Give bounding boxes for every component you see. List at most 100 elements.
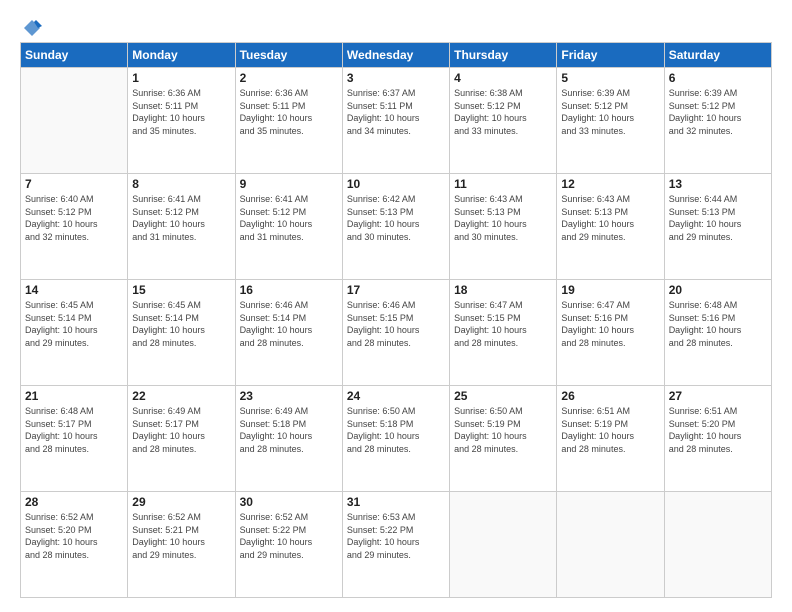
calendar-cell: 10Sunrise: 6:42 AM Sunset: 5:13 PM Dayli… (342, 174, 449, 280)
day-info: Sunrise: 6:52 AM Sunset: 5:22 PM Dayligh… (240, 511, 338, 561)
calendar-week-2: 7Sunrise: 6:40 AM Sunset: 5:12 PM Daylig… (21, 174, 772, 280)
day-info: Sunrise: 6:48 AM Sunset: 5:17 PM Dayligh… (25, 405, 123, 455)
day-info: Sunrise: 6:36 AM Sunset: 5:11 PM Dayligh… (132, 87, 230, 137)
day-info: Sunrise: 6:45 AM Sunset: 5:14 PM Dayligh… (132, 299, 230, 349)
weekday-header-sunday: Sunday (21, 43, 128, 68)
calendar-cell: 2 Sunrise: 6:36 AM Sunset: 5:11 PM Daylig… (235, 68, 342, 174)
day-info: Sunrise: 6:47 AM Sunset: 5:15 PM Dayligh… (454, 299, 552, 349)
day-number: 18 (454, 283, 552, 297)
calendar-cell: 31 Sunrise: 6:53 AM Sunset: 5:22 PM Dayli… (342, 492, 449, 598)
day-info: Sunrise: 6:50 AM Sunset: 5:19 PM Dayligh… (454, 405, 552, 455)
day-info: Sunrise: 6:37 AM Sunset: 5:11 PM Dayligh… (347, 87, 445, 137)
weekday-header-friday: Friday (557, 43, 664, 68)
calendar-cell: 19Sunrise: 6:47 AM Sunset: 5:16 PM Dayli… (557, 280, 664, 386)
calendar-cell: 20 Sunrise: 6:48 AM Sunset: 5:16 PM Dayli… (664, 280, 771, 386)
weekday-header-tuesday: Tuesday (235, 43, 342, 68)
day-info: Sunrise: 6:46 AM Sunset: 5:14 PM Dayligh… (240, 299, 338, 349)
calendar-cell (21, 68, 128, 174)
day-number: 14 (25, 283, 123, 297)
calendar-cell: 24 Sunrise: 6:50 AM Sunset: 5:18 PM Dayli… (342, 386, 449, 492)
day-info: Sunrise: 6:46 AM Sunset: 5:15 PM Dayligh… (347, 299, 445, 349)
day-number: 8 (132, 177, 230, 191)
calendar-cell: 21Sunrise: 6:48 AM Sunset: 5:17 PM Dayli… (21, 386, 128, 492)
calendar-week-1: 1 Sunrise: 6:36 AM Sunset: 5:11 PM Daylig… (21, 68, 772, 174)
day-number: 25 (454, 389, 552, 403)
calendar-cell: 11 Sunrise: 6:43 AM Sunset: 5:13 PM Dayli… (450, 174, 557, 280)
weekday-header-monday: Monday (128, 43, 235, 68)
calendar-cell: 3 Sunrise: 6:37 AM Sunset: 5:11 PM Daylig… (342, 68, 449, 174)
day-number: 19 (561, 283, 659, 297)
calendar-cell: 9Sunrise: 6:41 AM Sunset: 5:12 PM Daylig… (235, 174, 342, 280)
calendar-cell: 18 Sunrise: 6:47 AM Sunset: 5:15 PM Dayli… (450, 280, 557, 386)
day-info: Sunrise: 6:39 AM Sunset: 5:12 PM Dayligh… (669, 87, 767, 137)
calendar-cell: 27Sunrise: 6:51 AM Sunset: 5:20 PM Dayli… (664, 386, 771, 492)
weekday-header-wednesday: Wednesday (342, 43, 449, 68)
calendar-week-5: 28 Sunrise: 6:52 AM Sunset: 5:20 PM Dayli… (21, 492, 772, 598)
header (20, 18, 772, 34)
calendar-cell: 17 Sunrise: 6:46 AM Sunset: 5:15 PM Dayli… (342, 280, 449, 386)
day-number: 5 (561, 71, 659, 85)
day-number: 2 (240, 71, 338, 85)
day-number: 17 (347, 283, 445, 297)
calendar-week-3: 14 Sunrise: 6:45 AM Sunset: 5:14 PM Dayli… (21, 280, 772, 386)
logo-icon (22, 18, 42, 38)
calendar-cell: 22 Sunrise: 6:49 AM Sunset: 5:17 PM Dayli… (128, 386, 235, 492)
day-number: 22 (132, 389, 230, 403)
day-number: 6 (669, 71, 767, 85)
day-info: Sunrise: 6:52 AM Sunset: 5:20 PM Dayligh… (25, 511, 123, 561)
day-number: 12 (561, 177, 659, 191)
calendar-cell: 12 Sunrise: 6:43 AM Sunset: 5:13 PM Dayli… (557, 174, 664, 280)
day-info: Sunrise: 6:41 AM Sunset: 5:12 PM Dayligh… (240, 193, 338, 243)
day-info: Sunrise: 6:45 AM Sunset: 5:14 PM Dayligh… (25, 299, 123, 349)
calendar-cell: 15Sunrise: 6:45 AM Sunset: 5:14 PM Dayli… (128, 280, 235, 386)
day-info: Sunrise: 6:50 AM Sunset: 5:18 PM Dayligh… (347, 405, 445, 455)
calendar-cell: 28 Sunrise: 6:52 AM Sunset: 5:20 PM Dayli… (21, 492, 128, 598)
calendar-week-4: 21Sunrise: 6:48 AM Sunset: 5:17 PM Dayli… (21, 386, 772, 492)
calendar-cell: 30 Sunrise: 6:52 AM Sunset: 5:22 PM Dayli… (235, 492, 342, 598)
day-number: 28 (25, 495, 123, 509)
weekday-header-thursday: Thursday (450, 43, 557, 68)
day-number: 20 (669, 283, 767, 297)
calendar-cell: 7Sunrise: 6:40 AM Sunset: 5:12 PM Daylig… (21, 174, 128, 280)
day-info: Sunrise: 6:48 AM Sunset: 5:16 PM Dayligh… (669, 299, 767, 349)
day-number: 16 (240, 283, 338, 297)
calendar-cell (450, 492, 557, 598)
day-info: Sunrise: 6:43 AM Sunset: 5:13 PM Dayligh… (561, 193, 659, 243)
day-info: Sunrise: 6:51 AM Sunset: 5:20 PM Dayligh… (669, 405, 767, 455)
day-info: Sunrise: 6:53 AM Sunset: 5:22 PM Dayligh… (347, 511, 445, 561)
day-info: Sunrise: 6:36 AM Sunset: 5:11 PM Dayligh… (240, 87, 338, 137)
weekday-header-saturday: Saturday (664, 43, 771, 68)
day-number: 29 (132, 495, 230, 509)
calendar-cell: 5 Sunrise: 6:39 AM Sunset: 5:12 PM Daylig… (557, 68, 664, 174)
day-number: 3 (347, 71, 445, 85)
day-info: Sunrise: 6:43 AM Sunset: 5:13 PM Dayligh… (454, 193, 552, 243)
day-info: Sunrise: 6:42 AM Sunset: 5:13 PM Dayligh… (347, 193, 445, 243)
day-info: Sunrise: 6:49 AM Sunset: 5:17 PM Dayligh… (132, 405, 230, 455)
day-number: 31 (347, 495, 445, 509)
day-info: Sunrise: 6:38 AM Sunset: 5:12 PM Dayligh… (454, 87, 552, 137)
calendar-cell: 16 Sunrise: 6:46 AM Sunset: 5:14 PM Dayli… (235, 280, 342, 386)
day-number: 23 (240, 389, 338, 403)
day-number: 13 (669, 177, 767, 191)
day-info: Sunrise: 6:39 AM Sunset: 5:12 PM Dayligh… (561, 87, 659, 137)
calendar-table: SundayMondayTuesdayWednesdayThursdayFrid… (20, 42, 772, 598)
day-number: 26 (561, 389, 659, 403)
day-info: Sunrise: 6:44 AM Sunset: 5:13 PM Dayligh… (669, 193, 767, 243)
day-number: 24 (347, 389, 445, 403)
day-info: Sunrise: 6:52 AM Sunset: 5:21 PM Dayligh… (132, 511, 230, 561)
calendar-cell: 6 Sunrise: 6:39 AM Sunset: 5:12 PM Daylig… (664, 68, 771, 174)
calendar-cell (664, 492, 771, 598)
calendar-cell: 8 Sunrise: 6:41 AM Sunset: 5:12 PM Daylig… (128, 174, 235, 280)
calendar-page: SundayMondayTuesdayWednesdayThursdayFrid… (0, 0, 792, 612)
logo (20, 18, 42, 34)
day-number: 1 (132, 71, 230, 85)
day-number: 11 (454, 177, 552, 191)
calendar-cell: 29 Sunrise: 6:52 AM Sunset: 5:21 PM Dayli… (128, 492, 235, 598)
calendar-cell: 14 Sunrise: 6:45 AM Sunset: 5:14 PM Dayli… (21, 280, 128, 386)
calendar-cell: 13 Sunrise: 6:44 AM Sunset: 5:13 PM Dayli… (664, 174, 771, 280)
day-info: Sunrise: 6:41 AM Sunset: 5:12 PM Dayligh… (132, 193, 230, 243)
calendar-cell: 25 Sunrise: 6:50 AM Sunset: 5:19 PM Dayli… (450, 386, 557, 492)
day-number: 30 (240, 495, 338, 509)
calendar-cell (557, 492, 664, 598)
day-number: 7 (25, 177, 123, 191)
